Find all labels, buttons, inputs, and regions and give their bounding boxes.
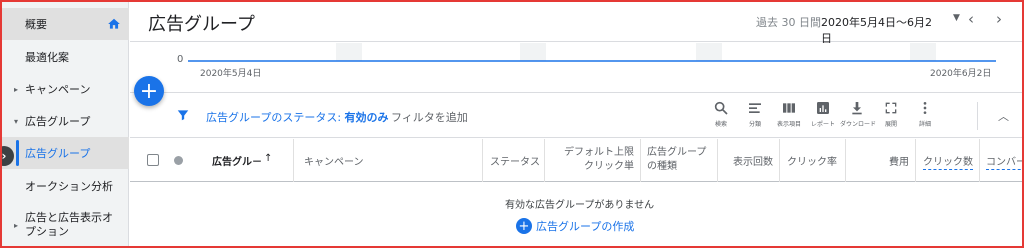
expand-tool-button[interactable]: 展開 <box>874 98 908 134</box>
dropdown-arrow-icon[interactable]: ▼ <box>953 13 960 23</box>
column-header-ad-group-type[interactable]: 広告グループの種類 <box>641 139 718 182</box>
weekend-band <box>336 43 362 61</box>
chevron-down-icon: ▾ <box>14 116 19 126</box>
segment-tool-button[interactable]: 分類 <box>738 98 772 134</box>
create-ad-group-label: 広告グループの作成 <box>536 220 635 233</box>
weekend-band <box>520 43 546 61</box>
tool-label: 検索 <box>714 121 727 128</box>
status-filter-value: 有効のみ <box>344 111 389 124</box>
sidebar-item-recommendations[interactable]: 最適化案 <box>0 41 129 73</box>
x-axis-start-label: 2020年5月4日 <box>200 69 262 79</box>
date-range-label: 過去 30 日間 <box>756 16 821 29</box>
sidebar-item-label: 最適化案 <box>25 51 69 64</box>
filter-icon[interactable] <box>176 108 190 122</box>
plus-icon: + <box>139 78 159 104</box>
column-label: ステータス <box>490 157 540 168</box>
toolbar-divider <box>977 102 978 130</box>
tool-label: 分類 <box>748 121 761 128</box>
column-header-campaign[interactable]: キャンペーン <box>294 139 483 182</box>
sort-ascending-icon: ↑ <box>264 153 273 164</box>
tool-label: レポート <box>810 121 835 128</box>
column-header-impressions[interactable]: 表示回数 <box>718 139 780 182</box>
reports-tool-button[interactable]: レポート <box>806 98 840 134</box>
column-label: 表示回数 <box>733 157 773 168</box>
chart-canvas <box>188 43 996 62</box>
segment-icon <box>749 103 761 113</box>
weekend-band <box>910 43 936 61</box>
sidebar-item-label: 広告と広告表示オプション <box>25 211 113 238</box>
create-ad-group-link[interactable]: + 広告グループの作成 <box>516 218 634 234</box>
reports-icon <box>817 102 829 114</box>
chevron-right-icon: ▸ <box>14 220 19 230</box>
column-label: 広告グル－ <box>212 157 262 168</box>
sidebar-item-label: キャンペーン <box>25 83 91 96</box>
search-tool-button[interactable]: 検索 <box>704 98 738 134</box>
sidebar: 概要 最適化案 ▸ キャンペーン ▾ 広告グループ 広告グループ オークション分… <box>0 0 129 248</box>
column-header-default-max-cpc[interactable]: デフォルト上限クリック単 <box>545 139 641 182</box>
chevron-right-icon: › <box>1 149 7 163</box>
expand-icon <box>885 102 897 114</box>
select-all-checkbox[interactable] <box>147 154 159 166</box>
column-header-status[interactable]: ステータス <box>483 139 545 182</box>
sidebar-item-ads-extensions[interactable]: ▸ 広告と広告表示オプション <box>0 207 129 243</box>
tool-label: ダウンロード <box>840 121 877 128</box>
status-dot-icon <box>174 156 183 165</box>
status-filter-label: 広告グループのステータス: <box>206 111 345 124</box>
sidebar-item-campaigns[interactable]: ▸ キャンペーン <box>0 73 129 105</box>
column-header-ctr[interactable]: クリック率 <box>780 139 846 182</box>
column-label: クリック数 <box>923 153 973 170</box>
tool-label: 展開 <box>884 121 897 128</box>
tool-label: 表示項目 <box>776 121 801 128</box>
column-header-ad-group[interactable]: 広告グル－ ↑ <box>198 139 294 182</box>
sidebar-item-auction-insights[interactable]: オークション分析 <box>0 170 129 202</box>
more-tool-button[interactable]: 詳細 <box>908 98 942 134</box>
weekend-band <box>696 43 722 61</box>
add-ad-group-button[interactable]: + <box>134 76 164 106</box>
column-label: コンバー <box>986 153 1024 170</box>
page-header: 広告グループ 過去 30 日間 2020年5月4日～6月2日 ▼ ‹ › <box>130 0 1024 49</box>
table-toolbar: 広告グループのステータス: 有効のみ フィルタを追加 検索 分類 表示項目 レポ… <box>130 94 1024 138</box>
chevron-right-icon[interactable]: › <box>996 10 1002 28</box>
download-tool-button[interactable]: ダウンロード <box>840 98 877 134</box>
table-header: 広告グル－ ↑ キャンペーン ステータス デフォルト上限クリック単 広告グループ… <box>130 139 1024 182</box>
add-filter-button[interactable]: フィルタを追加 <box>391 109 468 125</box>
columns-tool-button[interactable]: 表示項目 <box>772 98 806 134</box>
y-axis-zero-label: 0 <box>177 54 184 65</box>
x-axis-end-label: 2020年6月2日 <box>930 69 992 79</box>
home-icon <box>108 18 120 29</box>
download-icon <box>852 102 862 115</box>
column-header-conversions[interactable]: コンバー <box>980 139 1024 182</box>
sidebar-item-label: 広告グループ <box>25 115 91 128</box>
status-filter-chip[interactable]: 広告グループのステータス: 有効のみ <box>206 109 389 125</box>
column-header-clicks[interactable]: クリック数 <box>916 139 980 182</box>
sidebar-item-overview[interactable]: 概要 <box>0 8 129 40</box>
sidebar-item-ad-groups[interactable]: 広告グループ <box>0 137 129 169</box>
sidebar-item-label: オークション分析 <box>25 180 113 193</box>
sidebar-item-label: 広告グループ <box>25 147 91 160</box>
tool-label: 詳細 <box>918 121 931 128</box>
chevron-left-icon[interactable]: ‹ <box>968 10 974 28</box>
columns-icon <box>783 103 795 113</box>
column-label: 費用 <box>889 157 909 168</box>
column-label: 広告グループの種類 <box>647 147 707 172</box>
chevron-up-icon[interactable]: ︿ <box>998 108 1009 124</box>
chevron-right-icon: ▸ <box>14 84 19 94</box>
more-icon <box>923 102 927 114</box>
sidebar-item-ad-groups-parent[interactable]: ▾ 広告グループ <box>0 105 129 137</box>
add-circle-icon: + <box>516 218 532 234</box>
column-label: デフォルト上限クリック単 <box>564 147 634 172</box>
search-icon <box>714 101 728 115</box>
empty-state-message: 有効な広告グループがありません <box>505 200 655 211</box>
column-label: キャンペーン <box>304 157 364 168</box>
page-title: 広告グループ <box>148 14 255 35</box>
sidebar-item-label: 概要 <box>25 18 47 31</box>
performance-chart: 0 2020年5月4日 2020年6月2日 <box>130 43 1024 93</box>
column-header-cost[interactable]: 費用 <box>846 139 916 182</box>
column-label: クリック率 <box>787 157 837 168</box>
